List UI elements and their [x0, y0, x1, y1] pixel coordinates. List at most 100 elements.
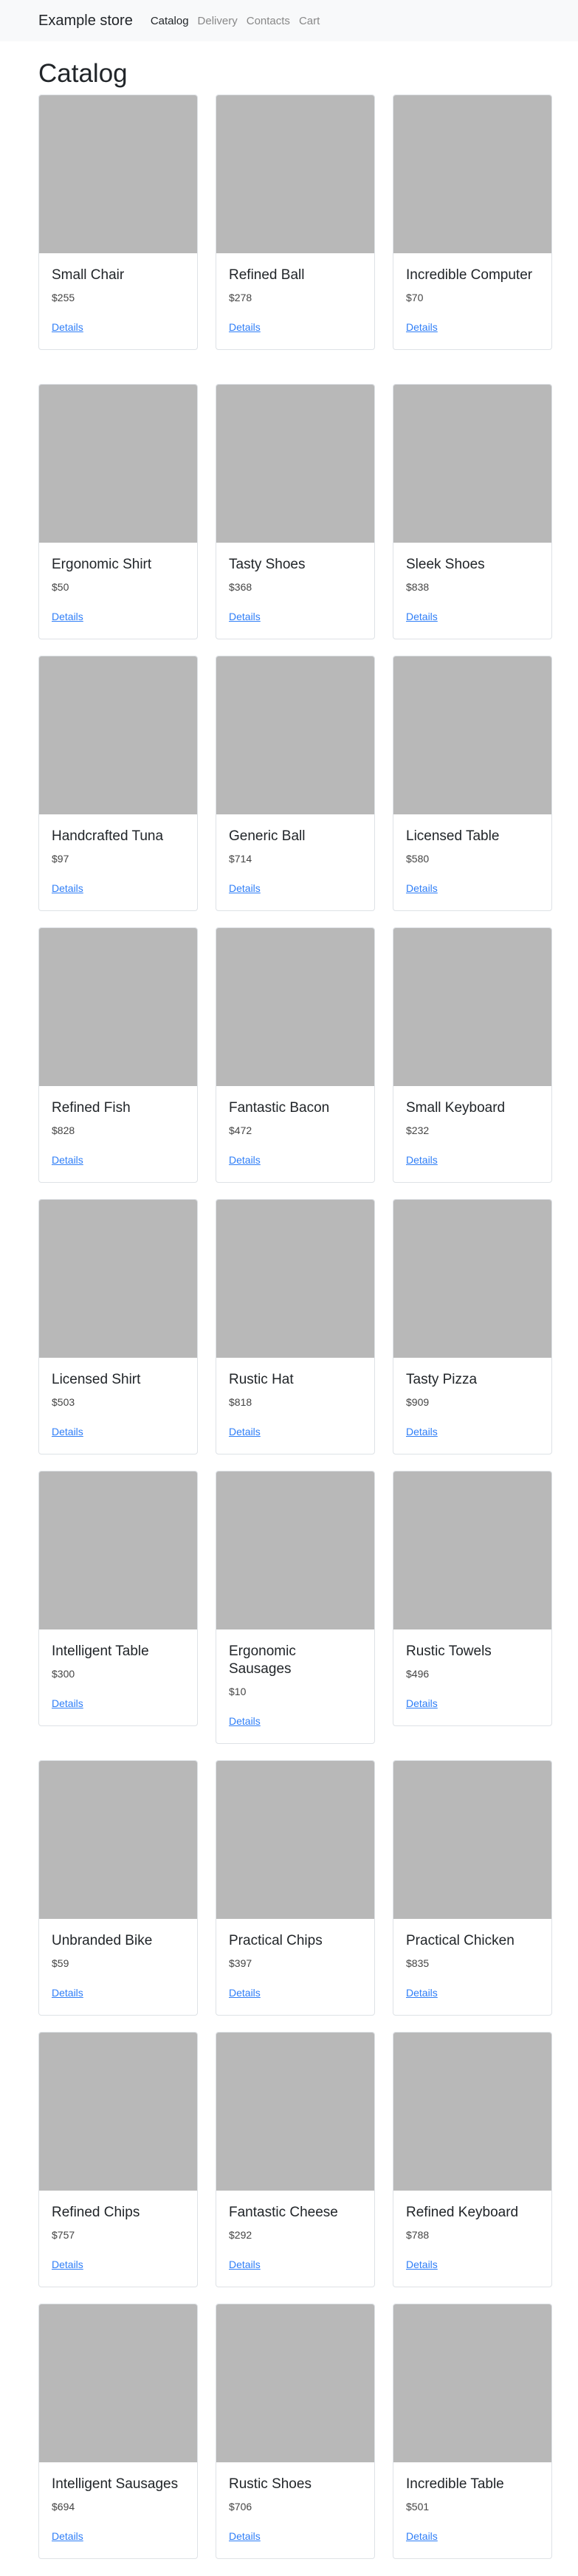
product-image-placeholder — [39, 385, 197, 543]
product-details-link[interactable]: Details — [229, 1426, 261, 1438]
product-details-link[interactable]: Details — [229, 2259, 261, 2270]
product-card-body: Sleek Shoes $838 Details — [393, 543, 551, 639]
product-price: $70 — [406, 292, 424, 303]
product-name: Incredible Table — [406, 2476, 504, 2492]
product-details-link[interactable]: Details — [406, 1154, 438, 1166]
product-card: Sleek Shoes $838 Details — [393, 384, 552, 639]
product-details-link[interactable]: Details — [406, 1697, 438, 1709]
product-card-body: Tasty Pizza $909 Details — [393, 1358, 551, 1454]
product-card-body: Licensed Shirt $503 Details — [39, 1358, 197, 1454]
product-details-link[interactable]: Details — [229, 321, 261, 333]
product-image-placeholder — [39, 928, 197, 1086]
product-card-body: Practical Chips $397 Details — [216, 1919, 374, 2015]
product-price: $828 — [52, 1124, 75, 1136]
product-name: Ergonomic Shirt — [52, 557, 152, 572]
nav-link-catalog[interactable]: Catalog — [151, 15, 189, 27]
product-details-link[interactable]: Details — [406, 2259, 438, 2270]
product-details-link[interactable]: Details — [52, 2259, 83, 2270]
product-card: Handcrafted Tuna $97 Details — [38, 656, 198, 911]
product-name: Practical Chips — [229, 1933, 323, 1948]
product-details-link[interactable]: Details — [406, 1426, 438, 1438]
product-price: $50 — [52, 581, 69, 593]
product-card: Intelligent Sausages $694 Details — [38, 2304, 198, 2559]
product-card: Intelligent Table $300 Details — [38, 1471, 198, 1726]
product-card: Fantastic Bacon $472 Details — [216, 927, 375, 1183]
product-details-link[interactable]: Details — [406, 1987, 438, 1999]
product-card: Ergonomic Shirt $50 Details — [38, 384, 198, 639]
product-details-link[interactable]: Details — [229, 1715, 261, 1727]
product-image-placeholder — [216, 928, 374, 1086]
product-name: Practical Chicken — [406, 1933, 515, 1948]
product-card: Licensed Shirt $503 Details — [38, 1199, 198, 1454]
product-details-link[interactable]: Details — [52, 321, 83, 333]
product-name: Unbranded Bike — [52, 1933, 153, 1948]
product-price: $838 — [406, 581, 430, 593]
product-card: Tasty Pizza $909 Details — [393, 1199, 552, 1454]
product-name: Small Keyboard — [406, 1100, 506, 1116]
product-price: $472 — [229, 1124, 252, 1136]
product-price: $97 — [52, 853, 69, 865]
product-details-link[interactable]: Details — [229, 611, 261, 622]
product-image-placeholder — [216, 2304, 374, 2462]
product-details-link[interactable]: Details — [406, 611, 438, 622]
product-image-placeholder — [216, 2033, 374, 2191]
product-price: $580 — [406, 853, 430, 865]
product-image-placeholder — [216, 95, 374, 253]
product-details-link[interactable]: Details — [52, 1426, 83, 1438]
product-details-link[interactable]: Details — [52, 2530, 83, 2542]
product-card: Practical Chips $397 Details — [216, 1760, 375, 2016]
product-image-placeholder — [216, 656, 374, 814]
product-image-placeholder — [393, 1471, 551, 1629]
product-details-link[interactable]: Details — [52, 1154, 83, 1166]
nav-link-contacts[interactable]: Contacts — [247, 15, 290, 27]
product-price: $694 — [52, 2501, 75, 2513]
product-name: Tasty Pizza — [406, 1372, 478, 1387]
product-image-placeholder — [393, 928, 551, 1086]
product-details-link[interactable]: Details — [406, 321, 438, 333]
product-image-placeholder — [393, 385, 551, 543]
product-card-body: Refined Keyboard $788 Details — [393, 2191, 551, 2287]
product-card-body: Generic Ball $714 Details — [216, 814, 374, 910]
product-details-link[interactable]: Details — [229, 1154, 261, 1166]
product-price: $232 — [406, 1124, 430, 1136]
product-card-body: Small Keyboard $232 Details — [393, 1086, 551, 1182]
product-image-placeholder — [39, 656, 197, 814]
product-price: $818 — [229, 1396, 252, 1408]
product-image-placeholder — [393, 1761, 551, 1919]
product-card: Rustic Shoes $706 Details — [216, 2304, 375, 2559]
product-details-link[interactable]: Details — [406, 882, 438, 894]
product-card-body: Rustic Towels $496 Details — [393, 1629, 551, 1725]
product-name: Licensed Table — [406, 828, 500, 844]
product-details-link[interactable]: Details — [52, 882, 83, 894]
product-card-body: Refined Fish $828 Details — [39, 1086, 197, 1182]
product-card: Rustic Hat $818 Details — [216, 1199, 375, 1454]
product-image-placeholder — [393, 2033, 551, 2191]
store-brand-link[interactable]: Example store — [38, 13, 133, 30]
nav-link-delivery[interactable]: Delivery — [198, 15, 238, 27]
product-details-link[interactable]: Details — [52, 611, 83, 622]
product-card-body: Ergonomic Sausages $10 Details — [216, 1629, 374, 1743]
product-image-placeholder — [39, 2033, 197, 2191]
product-details-link[interactable]: Details — [229, 882, 261, 894]
product-card-body: Ergonomic Shirt $50 Details — [39, 543, 197, 639]
product-name: Sleek Shoes — [406, 557, 485, 572]
product-image-placeholder — [216, 1761, 374, 1919]
product-card: Ergonomic Sausages $10 Details — [216, 1471, 375, 1744]
product-price: $835 — [406, 1957, 430, 1969]
product-price: $909 — [406, 1396, 430, 1408]
product-card: Small Chair $255 Details — [38, 95, 198, 350]
product-image-placeholder — [393, 656, 551, 814]
product-card: Licensed Table $580 Details — [393, 656, 552, 911]
product-price: $255 — [52, 292, 75, 303]
product-card: Incredible Computer $70 Details — [393, 95, 552, 350]
product-details-link[interactable]: Details — [406, 2530, 438, 2542]
product-details-link[interactable]: Details — [229, 1987, 261, 1999]
product-price: $788 — [406, 2229, 430, 2241]
product-details-link[interactable]: Details — [52, 1987, 83, 1999]
product-price: $397 — [229, 1957, 252, 1969]
product-details-link[interactable]: Details — [229, 2530, 261, 2542]
nav-link-cart[interactable]: Cart — [299, 15, 320, 27]
product-details-link[interactable]: Details — [52, 1697, 83, 1709]
product-price: $501 — [406, 2501, 430, 2513]
product-name: Refined Ball — [229, 267, 305, 283]
